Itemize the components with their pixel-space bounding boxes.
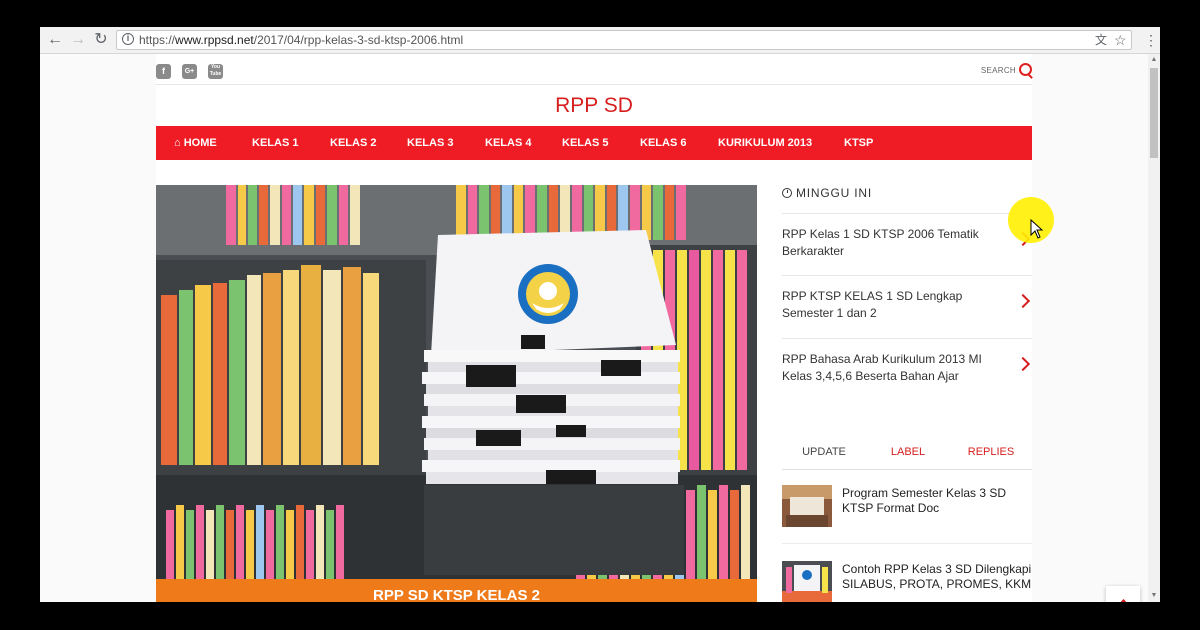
main-menu: ⌂ HOME KELAS 1 KELAS 2 KELAS 3 KELAS 4 K… (156, 126, 1032, 160)
popular-item[interactable]: RPP Kelas 1 SD KTSP 2006 Tematik Berkara… (782, 213, 1032, 276)
post-divider (782, 543, 1032, 544)
popular-item-title[interactable]: RPP Bahasa Arab Kurikulum 2013 MI Kelas … (782, 351, 1007, 385)
bookmark-star-icon[interactable]: ☆ (1114, 31, 1127, 49)
tab-label[interactable]: LABEL (866, 435, 950, 469)
translate-icon[interactable]: 文 (1095, 31, 1107, 49)
popular-item[interactable]: RPP KTSP KELAS 1 SD Lengkap Semester 1 d… (782, 275, 1032, 338)
chevron-right-icon (1015, 293, 1031, 309)
header-divider (156, 84, 1032, 85)
post-thumbnail[interactable] (782, 485, 832, 527)
scroll-down-icon[interactable]: ▼ (1150, 592, 1158, 600)
clock-icon (782, 188, 792, 198)
home-icon: ⌂ (174, 137, 181, 149)
web-page: f G+ You Tube SEARCH RPP SD ⌂ HOME KELAS… (40, 54, 1148, 602)
post-title[interactable]: Contoh RPP Kelas 3 SD Dilengkapi SILABUS… (842, 562, 1034, 592)
chevron-right-icon (1015, 356, 1031, 372)
post-title[interactable]: Program Semester Kelas 3 SD KTSP Format … (842, 486, 1034, 516)
reload-icon[interactable]: ↻ (92, 31, 110, 49)
menu-item-kelas-1[interactable]: KELAS 1 (252, 126, 298, 160)
facebook-icon[interactable]: f (156, 64, 171, 79)
menu-item-home[interactable]: ⌂ HOME (174, 126, 217, 160)
menu-item-home-label: HOME (183, 137, 217, 149)
url-text: https://www.rppsd.net/2017/04/rpp-kelas-… (139, 33, 464, 47)
scroll-up-icon[interactable]: ▲ (1150, 56, 1158, 64)
popular-item-title[interactable]: RPP Kelas 1 SD KTSP 2006 Tematik Berkara… (782, 226, 1007, 260)
menu-item-kelas-3[interactable]: KELAS 3 (407, 126, 453, 160)
search-label: SEARCH (980, 66, 1016, 75)
page-content: f G+ You Tube SEARCH RPP SD ⌂ HOME KELAS… (156, 54, 1032, 602)
search-icon (1019, 62, 1032, 76)
featured-post[interactable]: RPP SD KTSP KELAS 2 (156, 185, 757, 602)
address-bar[interactable]: i https://www.rppsd.net/2017/04/rpp-kela… (116, 30, 1132, 50)
tab-replies[interactable]: REPLIES (950, 435, 1032, 469)
mouse-cursor-icon (1030, 219, 1044, 239)
chevron-up-icon (1117, 599, 1130, 602)
youtube-icon[interactable]: You Tube (208, 64, 223, 79)
menu-item-ktsp[interactable]: KTSP (844, 126, 873, 160)
menu-item-kelas-5[interactable]: KELAS 5 (562, 126, 608, 160)
featured-image (156, 185, 757, 602)
browser-toolbar: ← → ↻ i https://www.rppsd.net/2017/04/rp… (40, 27, 1160, 54)
popular-item[interactable]: RPP Bahasa Arab Kurikulum 2013 MI Kelas … (782, 338, 1032, 401)
menu-item-kurikulum-2013[interactable]: KURIKULUM 2013 (718, 126, 812, 160)
scrollbar-thumb[interactable] (1150, 68, 1158, 158)
sidebar-tabs: UPDATE LABEL REPLIES (782, 435, 1032, 470)
menu-item-kelas-2[interactable]: KELAS 2 (330, 126, 376, 160)
featured-caption[interactable]: RPP SD KTSP KELAS 2 (156, 579, 757, 602)
popular-widget-title: MINGGU INI (782, 185, 872, 201)
forward-arrow-icon[interactable]: → (69, 31, 87, 49)
tab-update[interactable]: UPDATE (782, 435, 866, 469)
popular-item-title[interactable]: RPP KTSP KELAS 1 SD Lengkap Semester 1 d… (782, 288, 1007, 322)
menu-item-kelas-4[interactable]: KELAS 4 (485, 126, 531, 160)
site-title[interactable]: RPP SD (156, 92, 1032, 120)
menu-dots-icon[interactable]: ⋮ (1144, 31, 1158, 49)
menu-item-kelas-6[interactable]: KELAS 6 (640, 126, 686, 160)
info-icon[interactable]: i (122, 33, 134, 45)
update-post[interactable]: Program Semester Kelas 3 SD KTSP Format … (782, 485, 1032, 557)
update-post[interactable]: Contoh RPP Kelas 3 SD Dilengkapi SILABUS… (782, 561, 1032, 602)
search-button[interactable]: SEARCH (980, 62, 1032, 78)
post-thumbnail[interactable] (782, 561, 832, 602)
browser-window: ← → ↻ i https://www.rppsd.net/2017/04/rp… (40, 27, 1160, 602)
page-scrollbar[interactable]: ▲ ▼ (1148, 54, 1160, 602)
popular-title-label: MINGGU INI (796, 186, 872, 200)
google-plus-icon[interactable]: G+ (182, 64, 197, 79)
back-to-top-button[interactable] (1106, 586, 1140, 602)
back-arrow-icon[interactable]: ← (46, 31, 64, 49)
